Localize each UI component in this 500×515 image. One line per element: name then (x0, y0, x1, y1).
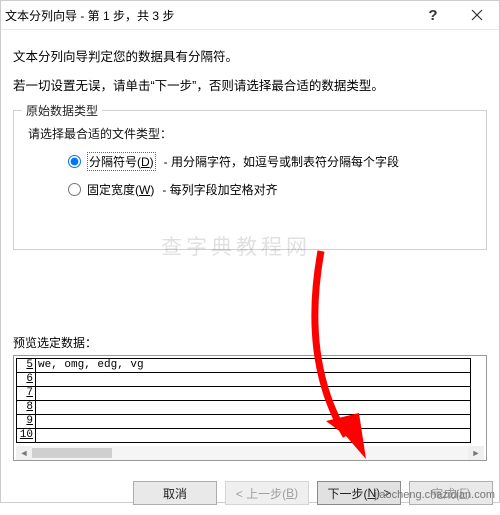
horizontal-scrollbar[interactable]: ◄ ► (16, 446, 484, 460)
preview-box: 5 we, omg, edg, vg 6 7 8 (13, 355, 487, 461)
radio-delimited-input[interactable] (68, 155, 81, 168)
preview-content: 5 we, omg, edg, vg 6 7 8 (16, 358, 484, 444)
close-icon (471, 9, 483, 21)
radio-icon (68, 183, 81, 196)
table-row: 9 (17, 415, 471, 429)
cancel-button[interactable]: 取消 (133, 481, 217, 505)
radio-fixed-input[interactable] (68, 183, 81, 196)
scrollbar-thumb[interactable] (32, 448, 112, 458)
option-fixed-desc: - 每列字段加空格对齐 (162, 181, 277, 198)
table-row: 8 (17, 401, 471, 415)
row-number: 7 (17, 387, 36, 401)
window-title: 文本分列向导 - 第 1 步，共 3 步 (5, 7, 411, 24)
text-to-columns-wizard-dialog: 文本分列向导 - 第 1 步，共 3 步 ? 文本分列向导判定您的数据具有分隔符… (0, 0, 500, 503)
radio-icon (68, 155, 81, 168)
row-number: 10 (17, 429, 36, 443)
footer-link: jiaocheng.chazidian.com (375, 489, 495, 501)
row-number: 5 (17, 359, 36, 373)
row-data (36, 429, 471, 443)
option-delimited-label: 分隔符号(D) (87, 152, 156, 171)
titlebar: 文本分列向导 - 第 1 步，共 3 步 ? (1, 1, 499, 30)
scrollbar-track[interactable] (32, 446, 468, 460)
row-number: 6 (17, 373, 36, 387)
option-fixed-width[interactable]: 固定宽度(W) - 每列字段加空格对齐 (68, 181, 472, 198)
row-data: we, omg, edg, vg (36, 359, 471, 373)
row-data (36, 401, 471, 415)
row-data (36, 387, 471, 401)
table-row: 10 (17, 429, 471, 443)
table-row: 5 we, omg, edg, vg (17, 359, 471, 373)
row-number: 8 (17, 401, 36, 415)
table-row: 7 (17, 387, 471, 401)
intro-line-2: 若一切设置无误，请单击“下一步”，否则请选择最合适的数据类型。 (13, 75, 487, 94)
option-delimited-desc: - 用分隔字符，如逗号或制表符分隔每个字段 (164, 153, 399, 170)
close-button[interactable] (455, 1, 499, 29)
row-data (36, 415, 471, 429)
back-button: < 上一步(B) (225, 481, 309, 505)
help-button[interactable]: ? (411, 1, 455, 29)
original-data-type-group: 原始数据类型 请选择最合适的文件类型： 分隔符号(D) - 用分隔字符，如逗号或… (13, 110, 487, 250)
intro-line-1: 文本分列向导判定您的数据具有分隔符。 (13, 46, 487, 65)
option-delimited[interactable]: 分隔符号(D) - 用分隔字符，如逗号或制表符分隔每个字段 (68, 152, 472, 171)
preview-label: 预览选定数据： (13, 334, 487, 351)
table-row: 6 (17, 373, 471, 387)
scroll-right-button[interactable]: ► (468, 446, 484, 460)
group-legend: 原始数据类型 (22, 102, 102, 119)
preview-table: 5 we, omg, edg, vg 6 7 8 (16, 358, 471, 443)
row-data (36, 373, 471, 387)
group-prompt: 请选择最合适的文件类型： (28, 125, 472, 142)
row-number: 9 (17, 415, 36, 429)
option-fixed-label: 固定宽度(W) (87, 181, 154, 198)
scroll-left-button[interactable]: ◄ (16, 446, 32, 460)
dialog-body: 文本分列向导判定您的数据具有分隔符。 若一切设置无误，请单击“下一步”，否则请选… (1, 30, 499, 471)
